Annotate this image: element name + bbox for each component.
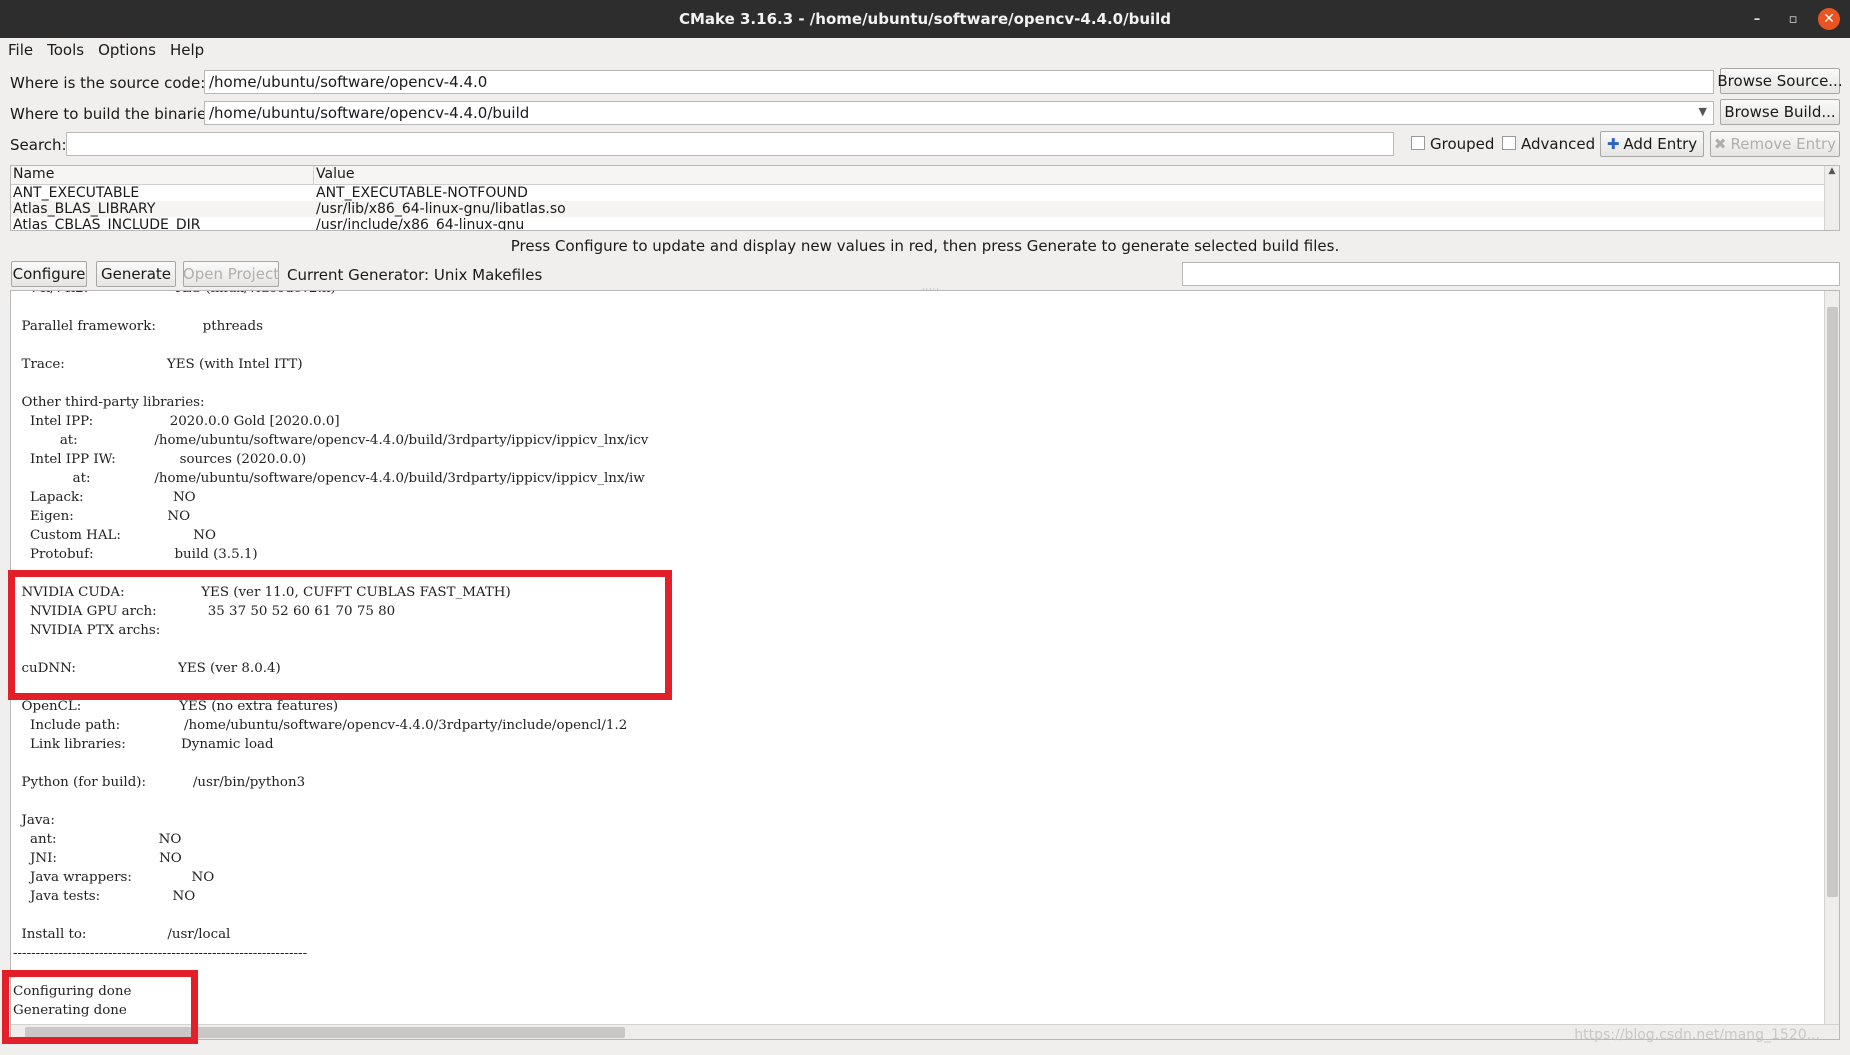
current-generator-label: Current Generator: Unix Makefiles	[287, 266, 543, 284]
table-row[interactable]: Atlas_CBLAS_INCLUDE_DIR /usr/include/x86…	[11, 217, 1839, 231]
minimize-icon[interactable]: –	[1746, 8, 1768, 30]
build-label: Where to build the binaries:	[10, 105, 220, 123]
menu-tools[interactable]: Tools	[47, 41, 84, 59]
advanced-label: Advanced	[1521, 135, 1596, 153]
row-value: /usr/include/x86_64-linux-gnu	[316, 217, 525, 231]
remove-entry-button[interactable]: ✖ Remove Entry	[1710, 131, 1840, 157]
menu-help[interactable]: Help	[170, 41, 204, 59]
configure-button[interactable]: Configure	[11, 261, 87, 287]
row-name: Atlas_CBLAS_INCLUDE_DIR	[13, 217, 201, 231]
browse-source-button[interactable]: Browse Source...	[1717, 68, 1843, 94]
table-row[interactable]: Atlas_BLAS_LIBRARY /usr/lib/x86_64-linux…	[11, 201, 1839, 217]
watermark: https://blog.csdn.net/mang_1520...	[1574, 1027, 1820, 1043]
maximize-icon[interactable]: ▫	[1782, 8, 1804, 30]
search-row: Search: Grouped Advanced ✚ Add Entry ✖ R…	[0, 130, 1850, 158]
table-row[interactable]: ANT_EXECUTABLE ANT_EXECUTABLE-NOTFOUND	[11, 185, 1839, 201]
remove-icon: ✖	[1713, 135, 1727, 153]
close-icon[interactable]: ✕	[1818, 8, 1840, 30]
scroll-thumb[interactable]	[1827, 307, 1838, 897]
menu-bar: File Tools Options Help	[0, 38, 1850, 62]
build-row: Where to build the binaries: /home/ubunt…	[0, 99, 1850, 127]
grouped-label: Grouped	[1430, 135, 1495, 153]
row-value: /usr/lib/x86_64-linux-gnu/libatlas.so	[316, 201, 566, 217]
output-log[interactable]: v4l/v4l2: YES (linux/videodev2.h) Parall…	[10, 290, 1840, 1040]
log-text: v4l/v4l2: YES (linux/videodev2.h) Parall…	[13, 291, 649, 1018]
add-entry-button[interactable]: ✚ Add Entry	[1600, 131, 1704, 157]
build-path-combobox[interactable]: /home/ubuntu/software/opencv-4.4.0/build…	[204, 101, 1714, 125]
scroll-up-icon[interactable]: ▲	[1825, 166, 1839, 180]
scroll-thumb[interactable]	[25, 1027, 625, 1038]
cache-table[interactable]: Name Value ANT_EXECUTABLE ANT_EXECUTABLE…	[10, 165, 1840, 231]
log-horizontal-scrollbar[interactable]	[11, 1024, 1839, 1039]
generator-input[interactable]	[1182, 262, 1840, 286]
window-title: CMake 3.16.3 - /home/ubuntu/software/ope…	[678, 10, 1172, 28]
source-path-input[interactable]: /home/ubuntu/software/opencv-4.4.0	[204, 70, 1714, 94]
window-titlebar: CMake 3.16.3 - /home/ubuntu/software/ope…	[0, 0, 1850, 38]
action-row: Configure Generate Open Project Current …	[0, 260, 1850, 288]
table-header: Name Value	[11, 166, 1839, 185]
column-name[interactable]: Name	[11, 166, 314, 184]
search-input[interactable]	[66, 132, 1394, 156]
advanced-checkbox[interactable]	[1502, 136, 1516, 150]
source-label: Where is the source code:	[10, 74, 206, 92]
log-vertical-scrollbar[interactable]	[1824, 291, 1839, 1039]
add-entry-label: Add Entry	[1623, 135, 1698, 153]
chevron-down-icon[interactable]: ▼	[1699, 105, 1707, 118]
remove-entry-label: Remove Entry	[1730, 135, 1837, 153]
search-label: Search:	[10, 136, 67, 154]
row-name: ANT_EXECUTABLE	[13, 185, 140, 201]
hint-text: Press Configure to update and display ne…	[510, 237, 1340, 255]
window-controls: – ▫ ✕	[1746, 8, 1840, 30]
generate-button[interactable]: Generate	[96, 261, 176, 287]
row-name: Atlas_BLAS_LIBRARY	[13, 201, 156, 217]
grouped-checkbox[interactable]	[1411, 136, 1425, 150]
open-project-button[interactable]: Open Project	[183, 261, 279, 287]
source-row: Where is the source code: /home/ubuntu/s…	[0, 68, 1850, 96]
browse-build-button[interactable]: Browse Build...	[1720, 99, 1840, 125]
build-path-value: /home/ubuntu/software/opencv-4.4.0/build	[209, 104, 530, 122]
column-value[interactable]: Value	[314, 166, 1824, 184]
row-value: ANT_EXECUTABLE-NOTFOUND	[316, 185, 528, 201]
table-scrollbar[interactable]: ▲	[1824, 166, 1839, 230]
menu-file[interactable]: File	[8, 41, 33, 59]
menu-options[interactable]: Options	[98, 41, 156, 59]
plus-icon: ✚	[1606, 135, 1620, 153]
